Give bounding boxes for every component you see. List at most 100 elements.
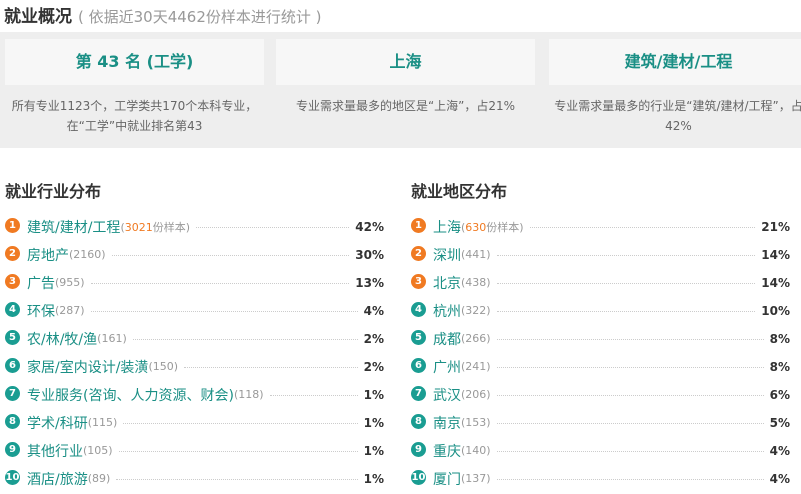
industry-link[interactable]: 建筑/建材/工程 [27,217,120,237]
leader-dots [496,302,756,312]
top-industry-card: 建筑/建材/工程 [549,39,801,85]
leader-dots [496,274,756,284]
industry-list: 1 建筑/建材/工程 (3021份样本) 42% 2 房地产 (2160) 30% … [5,212,385,492]
industry-section-title: 就业行业分布 [5,182,102,201]
list-item: 10 酒店/旅游 (89) 1% [5,464,385,492]
industry-link[interactable]: 学术/科研 [27,413,88,433]
leader-dots [496,246,756,256]
region-link[interactable]: 南京 [433,413,461,433]
region-link[interactable]: 北京 [433,273,461,293]
percent-value: 2% [363,331,384,346]
rank-badge: 4 [5,302,20,317]
sample-count: (153) [461,416,491,429]
list-item: 2 深圳 (441) 14% [411,240,795,268]
list-item: 7 武汉 (206) 6% [411,380,795,408]
leader-dots [184,358,358,368]
leader-dots [496,358,764,368]
industry-link[interactable]: 家居/室内设计/装潢 [27,357,148,377]
region-link[interactable]: 杭州 [433,301,461,321]
list-item: 1 建筑/建材/工程 (3021份样本) 42% [5,212,385,240]
region-link[interactable]: 广州 [433,357,461,377]
rank-badge: 8 [411,414,426,429]
leader-dots [118,442,358,452]
percent-value: 13% [355,275,384,290]
industry-link[interactable]: 农/林/牧/渔 [27,329,97,349]
sample-count: (118) [233,388,264,401]
industry-link[interactable]: 环保 [27,301,55,321]
leader-dots [496,414,764,424]
page-title: 就业概况 [4,7,72,27]
leader-dots [116,470,358,480]
industry-link[interactable]: 房地产 [27,245,69,265]
industry-link[interactable]: 专业服务(咨询、人力资源、财会) [27,385,234,405]
sample-count: (630份样本) [461,220,524,234]
region-link[interactable]: 成都 [433,329,461,349]
list-item: 6 广州 (241) 8% [411,352,795,380]
sample-count: (161) [97,332,127,345]
leader-dots [111,246,350,256]
region-link[interactable]: 上海 [433,217,461,237]
industry-link[interactable]: 酒店/旅游 [27,469,88,489]
list-item: 2 房地产 (2160) 30% [5,240,385,268]
list-item: 6 家居/室内设计/装潢 (150) 2% [5,352,385,380]
leader-dots [496,330,764,340]
list-item: 10 厦门 (137) 4% [411,464,795,492]
overview-header: 就业概况 ( 依据近30天4462份样本进行统计 ) [4,4,322,30]
percent-value: 2% [363,359,384,374]
list-item: 4 杭州 (322) 10% [411,296,795,324]
percent-value: 4% [769,471,790,486]
region-link[interactable]: 厦门 [433,469,461,489]
sample-count: (137) [461,472,491,485]
percent-value: 42% [355,219,384,234]
industry-link[interactable]: 其他行业 [27,441,83,461]
list-item: 3 广告 (955) 13% [5,268,385,296]
percent-value: 8% [769,331,790,346]
region-section-title: 就业地区分布 [411,182,508,201]
percent-value: 1% [363,387,384,402]
leader-dots [132,330,358,340]
rank-badge: 9 [411,442,426,457]
list-item: 5 成都 (266) 8% [411,324,795,352]
rank-badge: 8 [5,414,20,429]
percent-value: 1% [363,443,384,458]
list-item: 5 农/林/牧/渔 (161) 2% [5,324,385,352]
list-item: 3 北京 (438) 14% [411,268,795,296]
rank-badge: 5 [5,330,20,345]
sample-count: (287) [55,304,85,317]
rank-badge: 9 [5,442,20,457]
rank-badge: 7 [411,386,426,401]
sample-count: (3021份样本) [120,220,191,234]
sample-count: (115) [87,416,118,429]
page-subtitle: ( 依据近30天4462份样本进行统计 ) [78,8,322,26]
rank-card: 第 43 名 (工学) [5,39,264,85]
leader-dots [496,386,764,396]
sample-count: (89) [87,472,111,485]
top-industry-description: 专业需求量最多的行业是“建筑/建材/工程”，占42% [554,99,801,133]
top-region-card: 上海 [276,39,535,85]
rank-badge: 7 [5,386,20,401]
rank-badge: 2 [5,246,20,261]
percent-value: 8% [769,359,790,374]
leader-dots [496,470,764,480]
region-link[interactable]: 重庆 [433,441,461,461]
percent-value: 14% [761,275,790,290]
list-item: 8 学术/科研 (115) 1% [5,408,385,436]
top-region-description: 专业需求量最多的地区是“上海”，占21% [295,99,516,113]
percent-value: 4% [769,443,790,458]
sample-count: (2160) [69,248,106,261]
industry-link[interactable]: 广告 [27,273,55,293]
rank-badge: 4 [411,302,426,317]
leader-dots [90,274,350,284]
rank-badge: 5 [411,330,426,345]
percent-value: 1% [363,415,384,430]
list-item: 4 环保 (287) 4% [5,296,385,324]
leader-dots [90,302,358,312]
leader-dots [529,218,756,228]
region-link[interactable]: 武汉 [433,385,461,405]
percent-value: 14% [761,247,790,262]
region-link[interactable]: 深圳 [433,245,461,265]
rank-badge: 1 [5,218,20,233]
percent-value: 10% [761,303,790,318]
sample-count: (105) [83,444,113,457]
leader-dots [496,442,764,452]
